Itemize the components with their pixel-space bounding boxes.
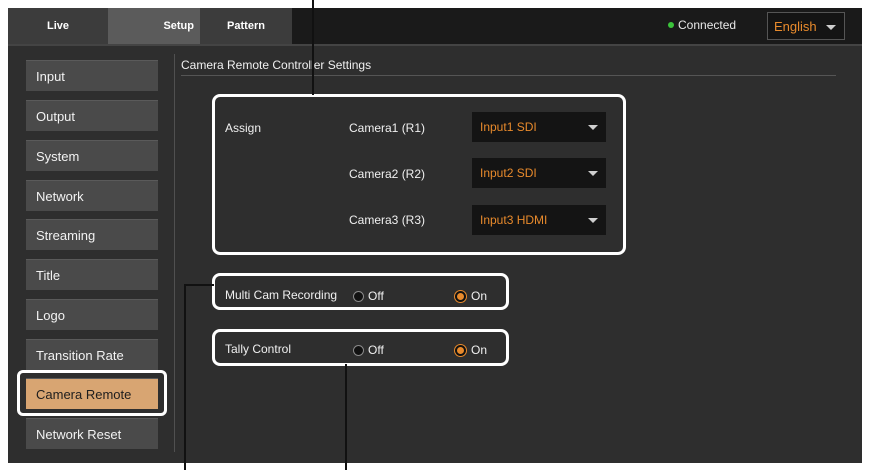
camera3-select[interactable]: Input3 HDMI (472, 205, 606, 235)
tab-live[interactable]: Live (8, 8, 108, 44)
top-bar: Live Setup Pattern Connected English (8, 8, 862, 46)
tab-setup-label: Setup (163, 20, 194, 32)
language-value: English (774, 19, 817, 34)
sidebar-item-logo[interactable]: Logo (26, 299, 158, 330)
camera2-value: Input2 SDI (480, 166, 537, 180)
sidebar-item-input[interactable]: Input (26, 60, 158, 91)
sidebar-item-system[interactable]: System (26, 140, 158, 171)
camera1-select[interactable]: Input1 SDI (472, 112, 606, 142)
tab-setup[interactable]: Setup (108, 8, 200, 44)
camera1-label: Camera1 (R1) (349, 121, 426, 135)
camera3-label: Camera3 (R3) (349, 213, 426, 227)
multi-cam-on-radio[interactable] (455, 291, 466, 302)
tally-on-label: On (471, 343, 488, 357)
status-dot-icon (668, 21, 674, 28)
multi-cam-label: Multi Cam Recording (225, 288, 338, 302)
camera2-select[interactable]: Input2 SDI (472, 158, 606, 188)
sidebar-item-output[interactable]: Output (26, 100, 158, 131)
multi-cam-off-label: Off (368, 289, 384, 303)
tab-pattern[interactable]: Pattern (200, 8, 292, 44)
camera-remote-highlight-frame (17, 370, 167, 416)
chevron-down-icon (588, 125, 598, 130)
multi-cam-off-radio[interactable] (353, 291, 364, 302)
language-select[interactable]: English (767, 12, 845, 40)
sidebar-item-streaming[interactable]: Streaming (26, 219, 158, 250)
status-text: Connected (678, 18, 737, 32)
camera3-value: Input3 HDMI (480, 213, 548, 227)
callout-line-title (312, 0, 314, 95)
chevron-down-icon (826, 25, 836, 30)
sidebar-item-network[interactable]: Network (26, 180, 158, 211)
app-window: Live Setup Pattern Connected English Inp… (8, 8, 862, 463)
assign-label: Assign (225, 121, 262, 135)
sidebar-item-transition-rate[interactable]: Transition Rate (26, 339, 158, 370)
camera1-value: Input1 SDI (480, 120, 537, 134)
camera2-label: Camera2 (R2) (349, 167, 426, 181)
chevron-down-icon (588, 218, 598, 223)
tally-off-radio[interactable] (353, 345, 364, 356)
page-title: Camera Remote Controller Settings (181, 58, 372, 72)
chevron-down-icon (588, 171, 598, 176)
connection-status: Connected (668, 18, 736, 32)
sidebar-item-network-reset[interactable]: Network Reset (26, 418, 158, 449)
title-divider (181, 75, 836, 76)
sidebar-item-title[interactable]: Title (26, 259, 158, 290)
callout-line-multi-cam-v (184, 284, 186, 470)
tally-label: Tally Control (225, 342, 292, 356)
callout-line-tally (345, 364, 347, 470)
tally-off-label: Off (368, 343, 384, 357)
sidebar-divider (174, 54, 175, 452)
tally-on-radio[interactable] (455, 345, 466, 356)
multi-cam-on-label: On (471, 289, 488, 303)
callout-line-multi-cam-h (184, 284, 214, 286)
